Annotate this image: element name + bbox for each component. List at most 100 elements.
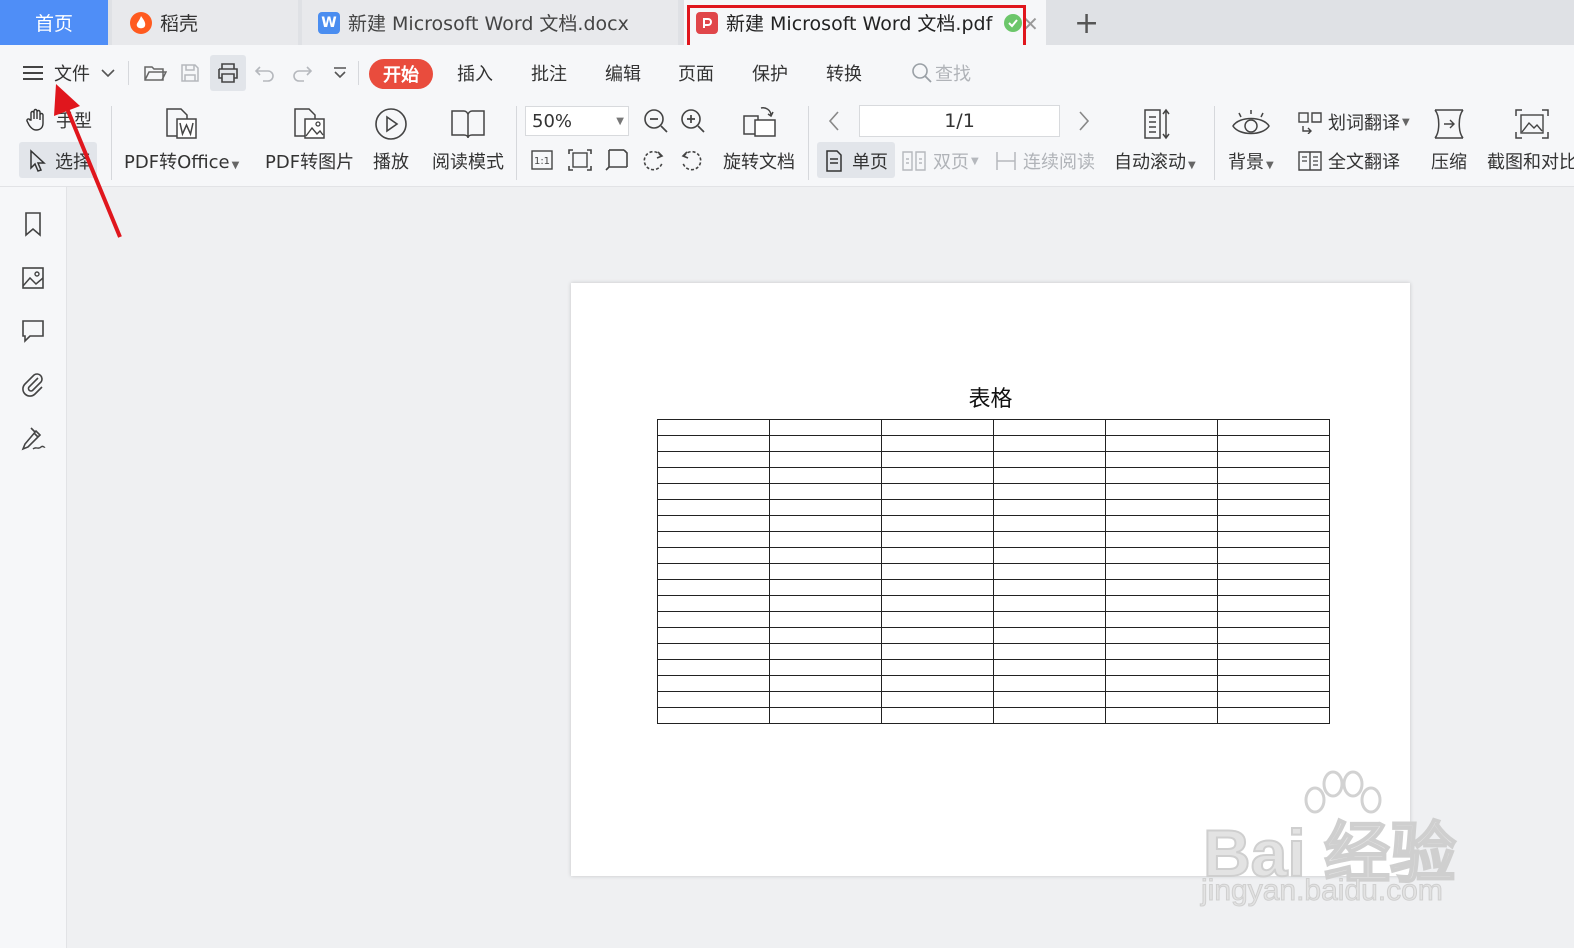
- tab-pdf-active[interactable]: 新建 Microsoft Word 文档.pdf: [684, 0, 1046, 45]
- signature-panel-button[interactable]: [19, 424, 47, 452]
- pdf-page: 表格: [571, 283, 1410, 876]
- table-cell: [769, 707, 882, 724]
- table-cell: [993, 643, 1106, 660]
- tab-comment[interactable]: 批注: [531, 45, 567, 100]
- tab-convert[interactable]: 转换: [826, 45, 862, 100]
- next-page-button[interactable]: [1076, 110, 1092, 132]
- redo-button[interactable]: [291, 45, 313, 100]
- chevron-down-icon: [101, 68, 115, 77]
- comment-panel-button[interactable]: [19, 317, 47, 345]
- table-cell: [881, 691, 994, 708]
- table-cell: [881, 627, 994, 644]
- bookmark-panel-button[interactable]: [19, 210, 47, 238]
- single-page-button[interactable]: 单页: [824, 148, 888, 174]
- table-cell: [1105, 451, 1218, 468]
- table-cell: [881, 547, 994, 564]
- table-cell: [769, 675, 882, 692]
- rotate-right-icon: [643, 150, 664, 171]
- more-quick-button[interactable]: [332, 45, 348, 100]
- screenshot-compare-button[interactable]: 截图和对比: [1487, 106, 1574, 174]
- page-number-input[interactable]: 1/1: [859, 105, 1060, 137]
- double-page-button[interactable]: 双页 ▼: [901, 148, 979, 174]
- table-cell: [1217, 595, 1330, 612]
- file-menu-button[interactable]: 文件: [22, 45, 116, 100]
- tab-home[interactable]: 首页: [0, 0, 108, 45]
- print-button[interactable]: [216, 45, 240, 100]
- table-cell: [881, 563, 994, 580]
- undo-button[interactable]: [254, 45, 276, 100]
- tab-word-docx[interactable]: W 新建 Microsoft Word 文档.docx: [302, 0, 678, 45]
- zoom-out-button[interactable]: [643, 108, 669, 134]
- close-tab-icon[interactable]: ✕: [1022, 12, 1039, 36]
- table-row: [657, 419, 1330, 436]
- table-row: [657, 467, 1330, 484]
- tab-protect[interactable]: 保护: [752, 45, 788, 100]
- table-row: [657, 435, 1330, 452]
- tab-daoke[interactable]: 稻壳: [112, 0, 298, 45]
- table-cell: [1105, 563, 1218, 580]
- tab-label: 新建 Microsoft Word 文档.docx: [348, 13, 629, 35]
- continuous-read-button[interactable]: 连续阅读: [994, 148, 1095, 174]
- hamburger-icon: [23, 65, 43, 80]
- tab-insert[interactable]: 插入: [457, 45, 493, 100]
- fit-page-button[interactable]: [567, 148, 593, 172]
- full-translate-button[interactable]: 全文翻译: [1297, 148, 1400, 174]
- table-cell: [769, 563, 882, 580]
- actual-size-button[interactable]: 1:1: [530, 149, 554, 171]
- divider: [358, 61, 359, 85]
- table-cell: [657, 563, 770, 580]
- tab-label: 新建 Microsoft Word 文档.pdf: [726, 13, 993, 35]
- tab-page[interactable]: 页面: [678, 45, 714, 100]
- compress-button[interactable]: 压缩: [1430, 106, 1468, 174]
- word-translate-button[interactable]: 划词翻译 ▼: [1297, 109, 1410, 135]
- ribbon-toolbar: 手型 选择 PDF转Office ▼ PDF转图片 播放 阅读模式 50% ▼ 1…: [0, 100, 1574, 187]
- open-book-icon: [451, 110, 485, 139]
- table-cell: [657, 483, 770, 500]
- new-tab-plus-icon[interactable]: +: [1074, 6, 1099, 41]
- thumbnail-panel-button[interactable]: [19, 264, 47, 292]
- rotate-right-button[interactable]: [641, 148, 667, 172]
- play-button[interactable]: 播放: [372, 106, 410, 174]
- dropdown-caret-icon: ▼: [231, 160, 240, 171]
- table-row: [657, 499, 1330, 516]
- table-cell: [993, 595, 1106, 612]
- full-translate-label: 全文翻译: [1328, 152, 1400, 173]
- fit-width-button[interactable]: [604, 148, 630, 172]
- table-cell: [1217, 531, 1330, 548]
- table-cell: [769, 515, 882, 532]
- background-button[interactable]: 背景 ▼: [1228, 106, 1274, 174]
- tab-start[interactable]: 开始: [369, 59, 433, 89]
- table-cell: [881, 435, 994, 452]
- save-button[interactable]: [179, 45, 201, 100]
- table-cell: [769, 419, 882, 436]
- pdf-to-image-button[interactable]: PDF转图片: [265, 106, 354, 174]
- check-circle-icon: [1004, 13, 1023, 32]
- hand-tool-button[interactable]: 手型: [24, 107, 92, 133]
- table-cell: [1105, 675, 1218, 692]
- prev-page-button[interactable]: [826, 110, 842, 132]
- watermark-url-text: jingyan.baidu.com: [1201, 874, 1444, 908]
- table-cell: [881, 451, 994, 468]
- table-cell: [1217, 659, 1330, 676]
- search-field[interactable]: 查找: [911, 45, 971, 100]
- document-title: 表格: [968, 387, 1013, 412]
- pdf-to-office-icon: [165, 108, 197, 139]
- rotate-left-button[interactable]: [678, 148, 704, 172]
- table-cell: [1105, 547, 1218, 564]
- rotate-doc-button[interactable]: 旋转文档: [723, 106, 795, 174]
- zoom-select[interactable]: 50% ▼: [525, 106, 629, 136]
- zoom-in-button[interactable]: [680, 108, 706, 134]
- tab-edit[interactable]: 编辑: [605, 45, 641, 100]
- attachment-panel-button[interactable]: [19, 370, 47, 398]
- daoke-icon: [130, 11, 152, 34]
- read-mode-button[interactable]: 阅读模式: [432, 106, 504, 174]
- auto-scroll-button[interactable]: 自动滚动 ▼: [1114, 106, 1196, 174]
- pdf-to-office-button[interactable]: PDF转Office ▼: [124, 106, 239, 174]
- select-tool-button[interactable]: 选择: [27, 148, 91, 174]
- table-row: [657, 611, 1330, 628]
- open-button[interactable]: [143, 45, 167, 100]
- table-cell: [769, 531, 882, 548]
- table-cell: [1105, 483, 1218, 500]
- table-row: [657, 531, 1330, 548]
- redo-icon: [293, 65, 313, 82]
